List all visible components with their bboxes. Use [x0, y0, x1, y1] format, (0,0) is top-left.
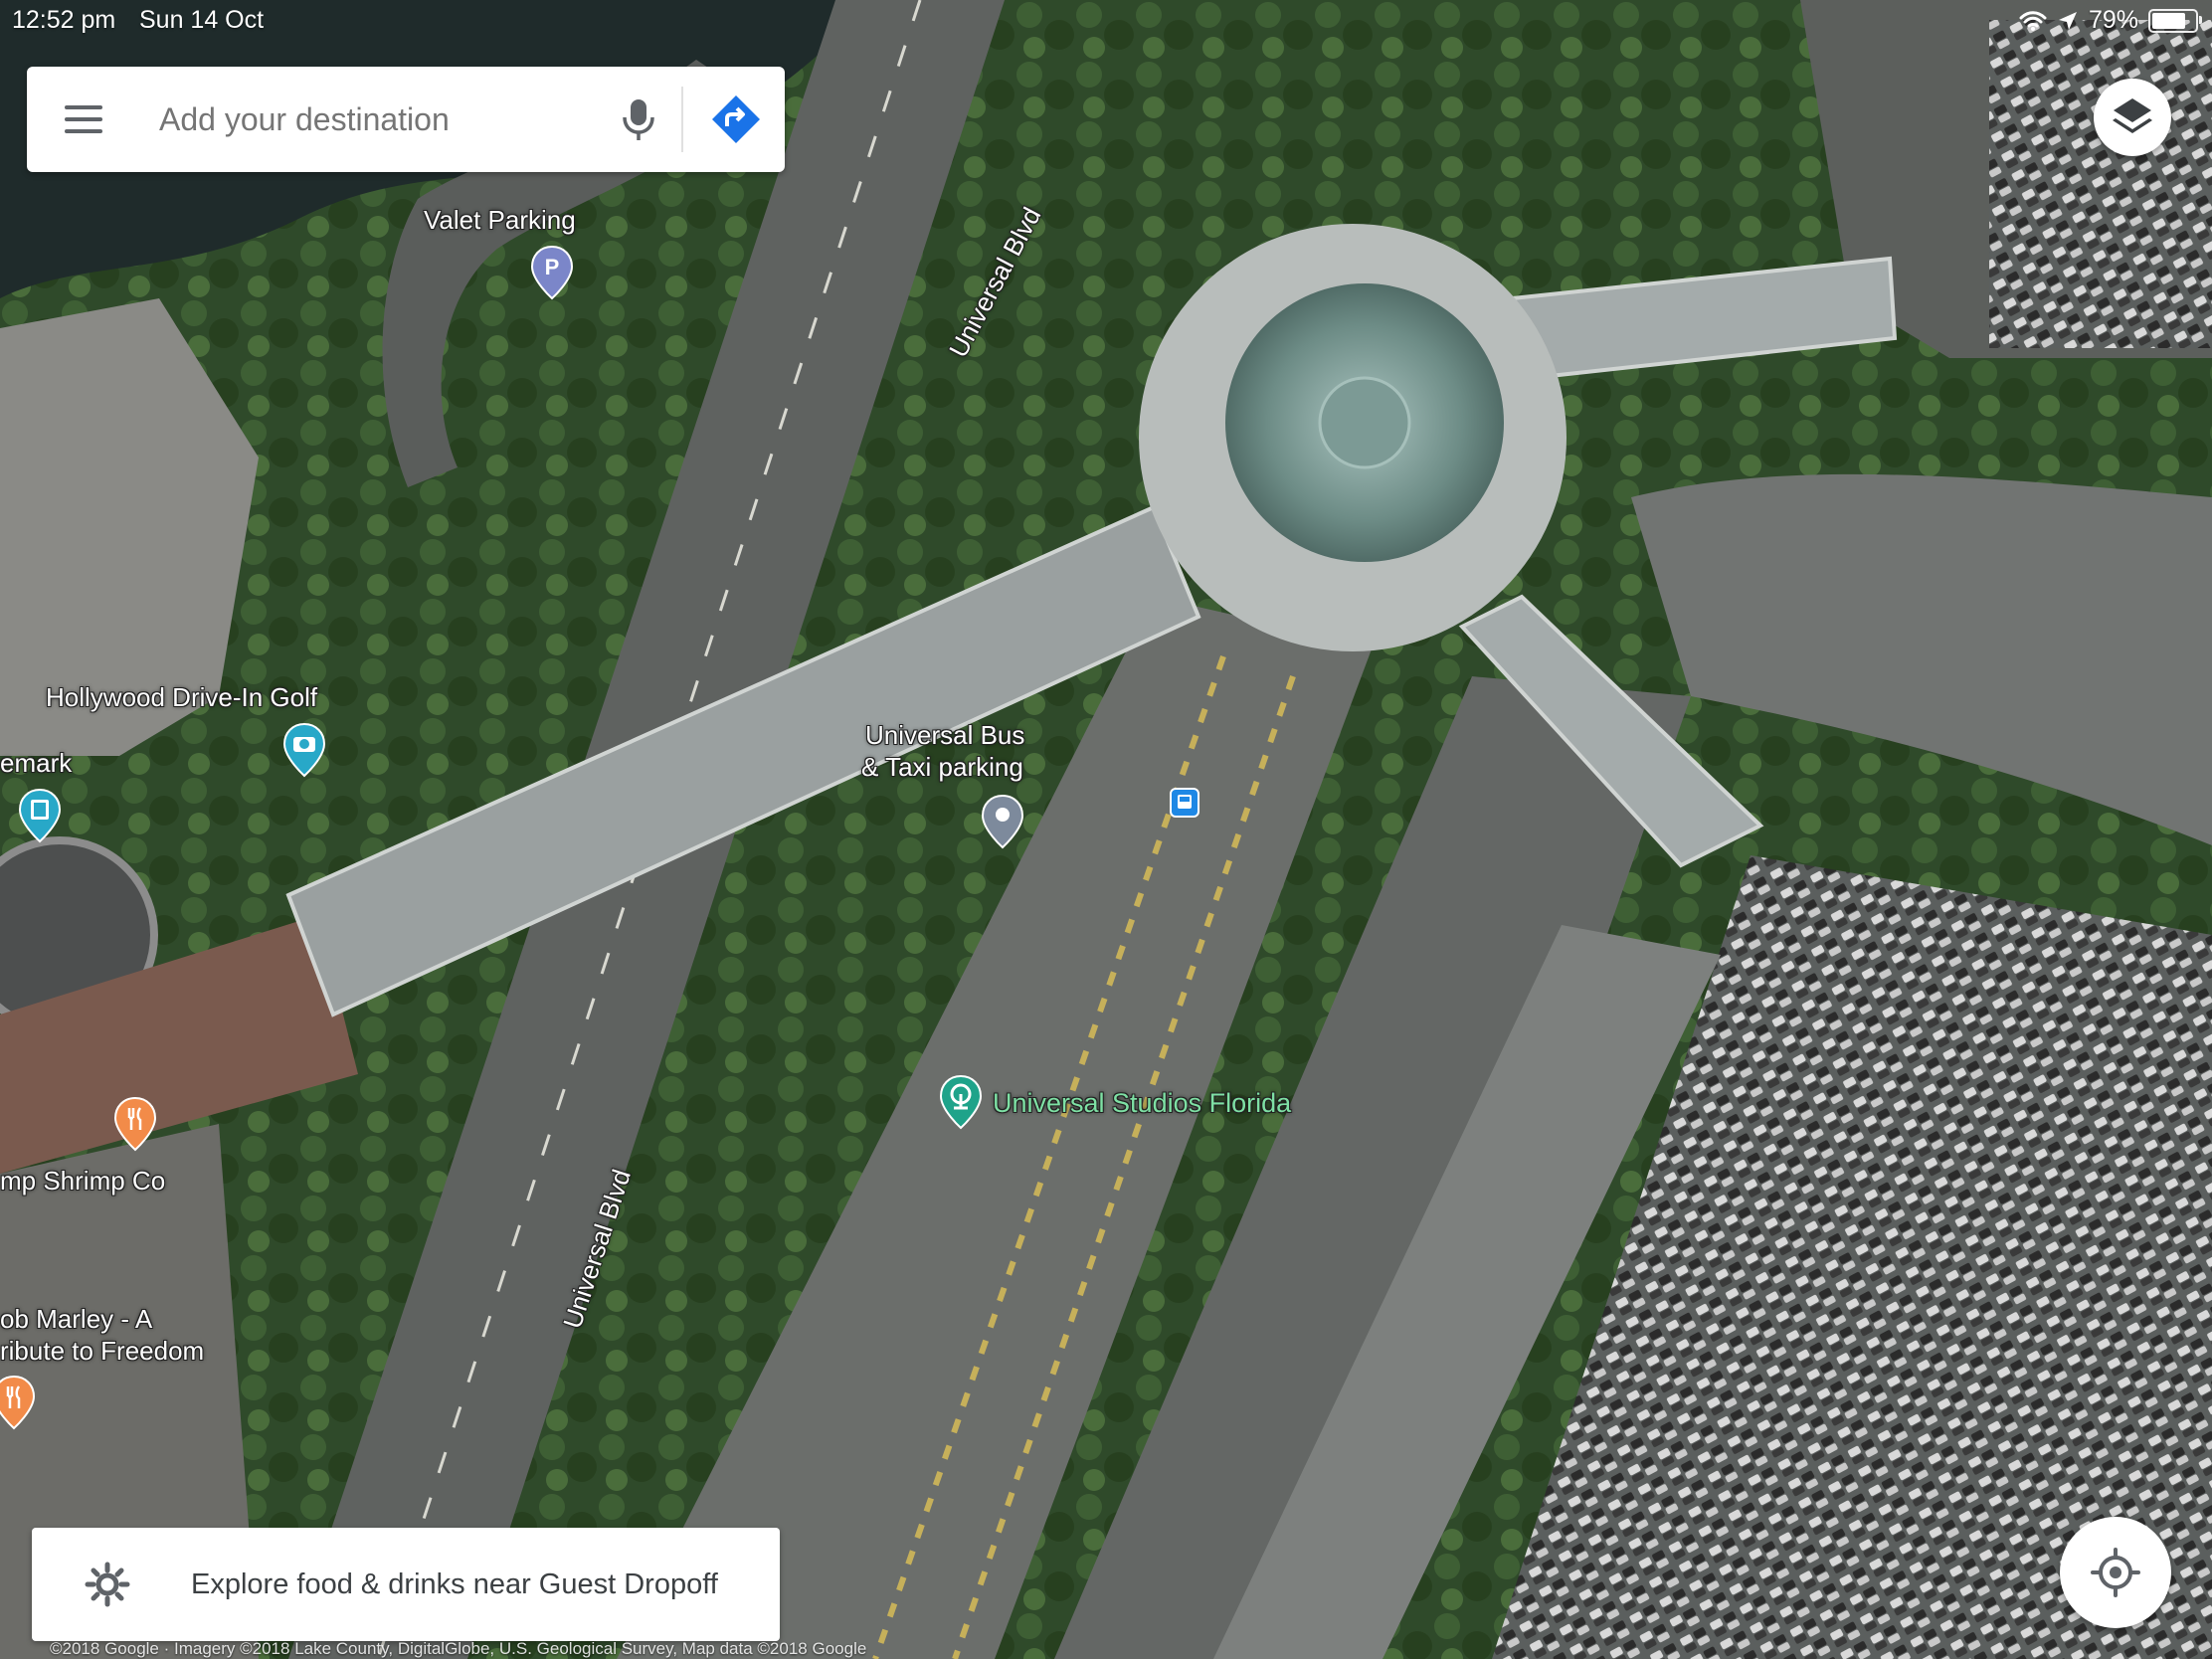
restaurant-pin-icon[interactable]	[113, 1096, 157, 1152]
location-arrow-icon	[2058, 11, 2077, 30]
layers-button[interactable]	[2094, 79, 2171, 156]
camera-pin-icon[interactable]	[282, 722, 326, 778]
bob-marley-label-line2[interactable]: ribute to Freedom	[0, 1336, 204, 1367]
shrimp-co-label[interactable]: mp Shrimp Co	[0, 1166, 165, 1197]
bob-marley-label-line1[interactable]: ob Marley - A	[0, 1304, 152, 1335]
directions-icon[interactable]	[703, 87, 769, 152]
status-bar: 12:52 pm Sun 14 Oct 79%	[0, 0, 2212, 40]
emark-label[interactable]: emark	[0, 748, 72, 779]
status-time: 12:52 pm	[12, 6, 116, 34]
bus-stop-icon[interactable]	[1170, 788, 1199, 818]
bus-taxi-label-line2[interactable]: & Taxi parking	[861, 752, 1023, 783]
status-right-group: 79%	[2019, 6, 2202, 35]
explore-icon	[85, 1562, 130, 1607]
battery-percent: 79%	[2088, 6, 2138, 34]
universal-studios-label[interactable]: Universal Studios Florida	[993, 1088, 1291, 1119]
layers-icon	[2113, 98, 2152, 133]
hollywood-golf-label[interactable]: Hollywood Drive-In Golf	[46, 682, 317, 713]
map-copyright: ©2018 Google · Imagery ©2018 Lake County…	[50, 1639, 867, 1658]
film-pin-icon[interactable]	[18, 788, 62, 843]
microphone-icon[interactable]	[614, 93, 663, 145]
search-bar[interactable]: Add your destination	[27, 67, 785, 172]
valet-parking-label[interactable]: Valet Parking	[424, 205, 576, 236]
parking-pin-icon[interactable]: P	[530, 245, 574, 300]
parking-garage-top-cars	[1989, 20, 2212, 348]
svg-text:P: P	[545, 255, 560, 279]
restaurant-pin-icon-2[interactable]	[0, 1375, 36, 1430]
menu-button[interactable]	[57, 96, 104, 142]
status-date: Sun 14 Oct	[139, 6, 265, 34]
battery-icon	[2148, 8, 2202, 33]
my-location-button[interactable]	[2060, 1517, 2171, 1628]
theme-park-pin-icon[interactable]	[939, 1074, 983, 1130]
destination-input[interactable]: Add your destination	[159, 67, 450, 172]
explore-label: Explore food & drinks near Guest Dropoff	[191, 1568, 718, 1600]
explore-card[interactable]: Explore food & drinks near Guest Dropoff	[32, 1528, 780, 1641]
wifi-icon	[2019, 10, 2047, 31]
bus-taxi-label-line1[interactable]: Universal Bus	[865, 720, 1024, 751]
my-location-icon	[2091, 1548, 2140, 1597]
search-divider	[681, 87, 683, 152]
place-pin-icon[interactable]	[981, 794, 1024, 849]
rotunda-center	[1318, 376, 1411, 469]
satellite-map[interactable]	[0, 0, 2212, 1659]
